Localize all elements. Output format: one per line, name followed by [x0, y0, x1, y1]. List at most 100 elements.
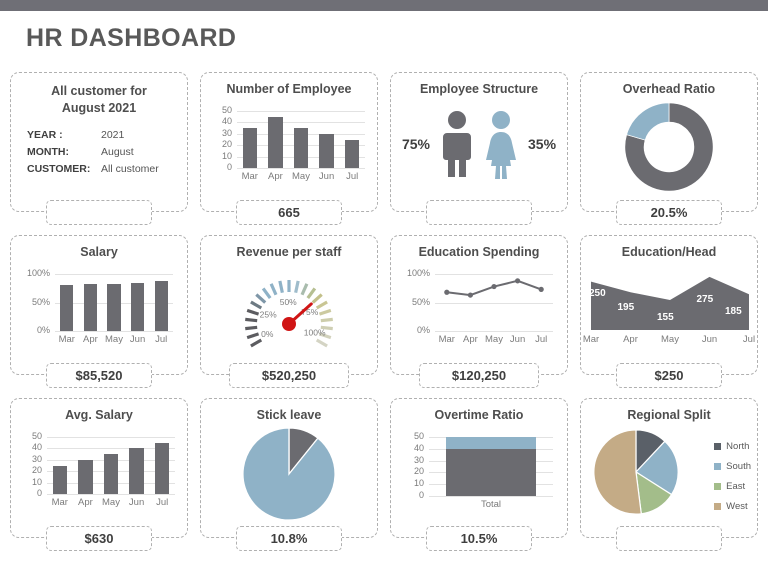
card-title-overtime-ratio: Overtime Ratio	[434, 408, 524, 422]
value-box-all-customer	[46, 200, 152, 225]
y-axis-tick-label: 30	[413, 454, 424, 465]
bar	[293, 128, 309, 168]
male-figure-icon	[443, 111, 471, 177]
card-title-regional-split: Regional Split	[627, 408, 711, 422]
filter-row-month: MONTH: August	[27, 146, 159, 158]
y-axis-tick-label: 100%	[26, 268, 50, 278]
y-axis-tick-label: 0	[418, 490, 424, 500]
filter-label-customer: CUSTOMER:	[27, 163, 91, 175]
bar	[78, 459, 93, 494]
card-overhead-ratio: Overhead Ratio 20.5%	[580, 72, 758, 225]
card-title-salary: Salary	[80, 245, 118, 259]
card-body-salary: 0% 50% 100% Mar Apr May Jun Jul	[11, 266, 187, 348]
x-axis-tick-label: Jun	[128, 497, 145, 508]
area-data-label: 275	[696, 294, 714, 305]
x-axis-tick-label: Mar	[51, 497, 68, 508]
x-axis-tick-label: Jul	[156, 497, 169, 508]
chart-number-of-employee: 0 10 20 30 40 50 Mar Apr May Jun Jul	[213, 105, 367, 185]
gauge-tick-label: 25%	[260, 309, 277, 319]
bar	[242, 128, 257, 168]
legend-label: East	[726, 481, 746, 492]
bar	[83, 284, 97, 331]
legend-item[interactable]: East	[714, 481, 751, 492]
legend-swatch-icon	[714, 463, 722, 470]
x-axis-tick-label: May	[105, 334, 123, 345]
pie-slice	[593, 429, 642, 515]
value-box-regional-split	[616, 526, 722, 551]
card-body-number-of-employee: 0 10 20 30 40 50 Mar Apr May Jun Jul	[201, 103, 377, 185]
card-title-overhead-ratio: Overhead Ratio	[622, 82, 716, 96]
y-axis-tick-label: 40	[221, 116, 232, 127]
gridline	[47, 437, 175, 438]
card-all-customer: All customer for August 2021 YEAR : 2021…	[10, 72, 188, 225]
gauge-tick	[311, 293, 323, 304]
filter-row-year: YEAR : 2021	[27, 129, 159, 141]
value-box-overhead-ratio: 20.5%	[616, 200, 722, 225]
chart-education-per-head: Mar Apr May Jun Jul 250 195 155 275 185	[583, 268, 755, 348]
female-percent-label: 35%	[528, 136, 557, 152]
x-axis-tick-label: Apr	[623, 334, 638, 345]
value-box-number-of-employee: 665	[236, 200, 342, 225]
gridline	[237, 111, 365, 112]
filter-row-customer: CUSTOMER: All customer	[27, 163, 159, 175]
legend-swatch-icon	[714, 503, 722, 510]
card-avg-salary: Avg. Salary 0 10 20 30 40 50 Mar Apr May Jun Jul $…	[10, 398, 188, 551]
value-box-employee-structure	[426, 200, 532, 225]
dashboard-grid: All customer for August 2021 YEAR : 2021…	[10, 72, 762, 570]
y-axis-tick-label: 0	[36, 488, 42, 498]
card-body-revenue-per-staff: 0% 25% 50% 75% 100%	[201, 266, 377, 348]
legend-swatch-icon	[714, 483, 722, 490]
card-title-avg-salary: Avg. Salary	[65, 408, 133, 422]
y-axis-tick-label: 50	[413, 431, 424, 441]
x-axis-tick-label: Apr	[77, 497, 93, 508]
y-axis-tick-label: 0	[226, 162, 232, 172]
gridline	[237, 122, 365, 124]
bar	[129, 448, 144, 494]
legend-item[interactable]: South	[714, 461, 751, 472]
card-education-spending: Education Spending 0% 50% 100% Mar Apr May Jun…	[390, 235, 568, 388]
filter-value-year: 2021	[101, 129, 125, 141]
chart-overhead-ratio	[624, 102, 714, 192]
gauge-tick	[250, 338, 263, 348]
gauge-tick	[245, 325, 258, 331]
card-title-revenue-per-staff: Revenue per staff	[236, 245, 342, 259]
value-box-revenue-per-staff: $520,250	[229, 363, 349, 388]
gauge-tick	[306, 287, 317, 300]
card-employee-structure: Employee Structure 75% 35%	[390, 72, 568, 225]
chart-education-spending: 0% 50% 100% Mar Apr May Jun Jul	[405, 268, 555, 348]
filter-label-month: MONTH:	[27, 146, 69, 158]
bar	[103, 454, 119, 494]
gridline	[55, 331, 173, 332]
card-body-employee-structure: 75% 35%	[391, 103, 567, 185]
card-body-stick-leave	[201, 427, 377, 521]
gauge-tick	[318, 308, 332, 316]
y-axis-tick-label: 10	[221, 150, 232, 161]
y-axis-tick-label: 50	[221, 105, 232, 115]
x-axis-tick-label: Jul	[155, 334, 168, 345]
top-accent-bar	[0, 0, 768, 11]
card-body-regional-split: North South East West	[581, 429, 757, 515]
gauge-tick	[261, 287, 272, 300]
x-axis-tick-label: Apr	[267, 171, 283, 182]
y-axis-tick-label: 30	[31, 453, 42, 464]
x-axis-tick-label: Apr	[82, 334, 98, 345]
bar-segment	[446, 448, 536, 496]
value-box-salary: $85,520	[46, 363, 152, 388]
bar-segment	[446, 437, 536, 449]
legend-item[interactable]: North	[714, 441, 751, 452]
value-box-overtime-ratio: 10.5%	[426, 526, 532, 551]
card-title-education-per-head: Education/Head	[621, 245, 717, 259]
gauge-tick-label: 50%	[280, 297, 297, 307]
legend-regional-split: North South East West	[714, 441, 751, 521]
card-revenue-per-staff: Revenue per staff 0% 25% 50% 75% 100% $520,2…	[200, 235, 378, 388]
y-axis-tick-label: 20	[221, 139, 232, 150]
x-axis-tick-label: Jun	[318, 171, 335, 182]
chart-stick-leave-pie	[242, 427, 336, 521]
y-axis-tick-label: 10	[31, 476, 42, 487]
gauge-tick	[320, 317, 333, 323]
gauge-tick	[245, 317, 258, 323]
x-axis-tick-label: Jul	[346, 171, 359, 182]
gauge-tick-label: 0%	[261, 329, 274, 339]
filter-label-year: YEAR :	[27, 129, 63, 141]
legend-item[interactable]: West	[714, 501, 751, 512]
